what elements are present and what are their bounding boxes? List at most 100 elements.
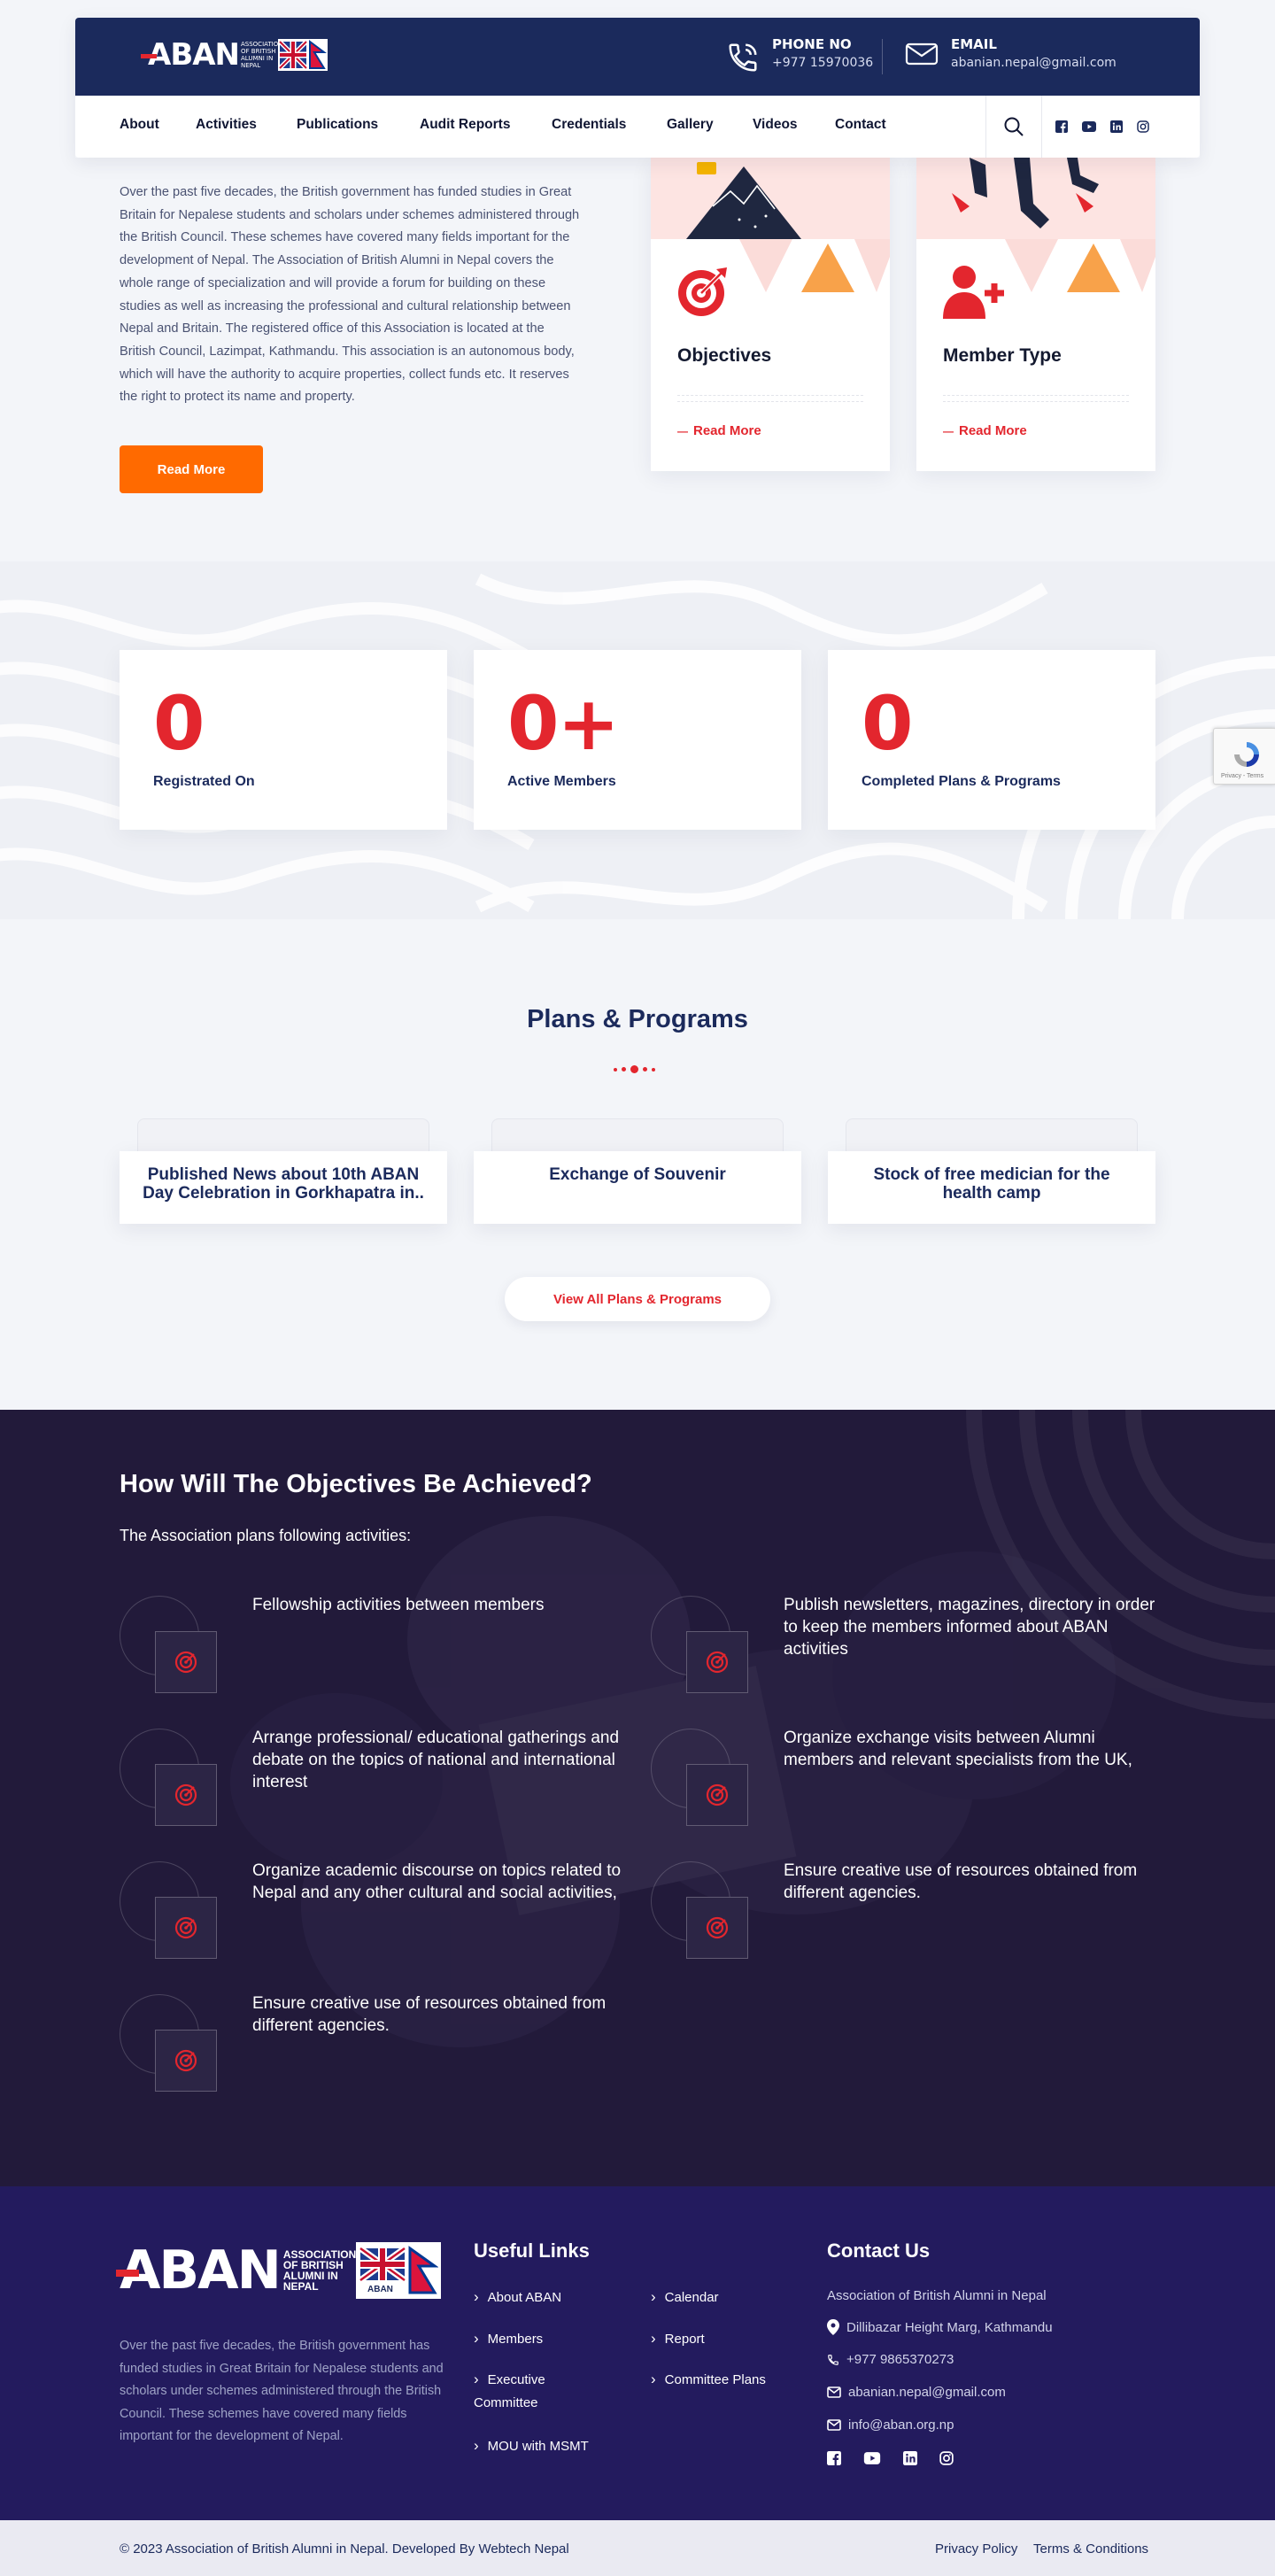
plan-image-placeholder bbox=[846, 1118, 1138, 1154]
objectives-card[interactable]: Objectives Read More bbox=[651, 158, 890, 471]
main-nav: About Activities Publications Audit Repo… bbox=[75, 96, 1200, 158]
member-type-read-more-link[interactable]: Read More bbox=[943, 423, 1027, 438]
card-separator bbox=[943, 395, 1129, 402]
card-separator bbox=[677, 395, 863, 402]
footer-link-report[interactable]: Report bbox=[651, 2327, 705, 2351]
objectives-card-title: Objectives bbox=[677, 345, 772, 366]
site-logo[interactable]: ABAN ASSOCIATION OF BRITISH ALUMNI IN NE… bbox=[141, 37, 328, 73]
mail-icon bbox=[827, 2419, 841, 2431]
footer-org-name: Association of British Alumni in Nepal bbox=[827, 2288, 1047, 2303]
recaptcha-badge[interactable]: Privacy - Terms bbox=[1213, 728, 1275, 785]
footer-address-text: Dillibazar Height Marg, Kathmandu bbox=[846, 2319, 1053, 2335]
nav-videos[interactable]: Videos bbox=[753, 117, 798, 133]
footer-link-committee-plans[interactable]: Committee Plans bbox=[651, 2368, 766, 2392]
member-type-illustration bbox=[916, 158, 1155, 239]
youtube-icon[interactable] bbox=[863, 2451, 881, 2465]
footer-link-mou[interactable]: MOU with MSMT bbox=[474, 2434, 589, 2458]
objective-item: Publish newsletters, magazines, director… bbox=[651, 1596, 1155, 1702]
youtube-icon[interactable] bbox=[1082, 120, 1096, 133]
nav-about[interactable]: About bbox=[120, 117, 159, 133]
objectives-read-more-link[interactable]: Read More bbox=[677, 423, 761, 438]
objective-item: Fellowship activities between members bbox=[120, 1596, 615, 1702]
about-text: Over the past five decades, the British … bbox=[120, 185, 580, 405]
phone-icon bbox=[828, 2354, 838, 2365]
privacy-policy-link[interactable]: Privacy Policy bbox=[935, 2541, 1017, 2557]
instagram-icon[interactable] bbox=[939, 2451, 954, 2465]
target-icon bbox=[686, 1764, 748, 1826]
stat-label: Completed Plans & Programs bbox=[862, 774, 1061, 789]
mail-icon bbox=[905, 43, 939, 66]
footer-phone-text: +977 9865370273 bbox=[846, 2352, 954, 2367]
footer-email-2-text: info@aban.org.np bbox=[848, 2417, 954, 2433]
logo-wordmark: ABAN bbox=[141, 37, 240, 73]
target-icon bbox=[155, 1631, 217, 1693]
search-button[interactable] bbox=[985, 96, 1042, 158]
target-icon bbox=[686, 1631, 748, 1693]
logo-subtitle: ASSOCIATION OF BRITISH ALUMNI IN NEPAL bbox=[241, 41, 283, 69]
footer-link-members[interactable]: Members bbox=[474, 2327, 544, 2351]
stat-card-active-members: 0+ Active Members bbox=[474, 650, 801, 830]
recaptcha-icon bbox=[1234, 742, 1259, 767]
footer-email-2[interactable]: info@aban.org.np bbox=[827, 2417, 954, 2433]
nav-contact[interactable]: Contact bbox=[835, 117, 886, 133]
terms-conditions-link[interactable]: Terms & Conditions bbox=[1033, 2541, 1148, 2557]
add-user-icon bbox=[943, 266, 1004, 319]
header-phone[interactable]: PHONE NO +977 15970036 bbox=[726, 35, 873, 74]
search-icon bbox=[1004, 117, 1024, 136]
footer-link-executive-committee[interactable]: Executive Committee bbox=[474, 2368, 580, 2415]
plans-section-title: Plans & Programs bbox=[527, 1005, 748, 1033]
email-label: EMAIL bbox=[951, 36, 997, 52]
objective-text: Ensure creative use of resources obtaine… bbox=[252, 1994, 607, 2035]
site-footer: ABAN ASSOCIATION OF BRITISH ALUMNI IN NE… bbox=[0, 2186, 1275, 2520]
nav-activities[interactable]: Activities bbox=[196, 117, 257, 133]
objective-item: Organize exchange visits between Alumni … bbox=[651, 1729, 1147, 1835]
nav-credentials[interactable]: Credentials bbox=[552, 117, 626, 133]
stats-section: 0 Registrated On 0+ Active Members 0 Com… bbox=[0, 561, 1275, 919]
plan-card-medicine[interactable]: Stock of free medician for the health ca… bbox=[828, 1151, 1155, 1224]
useful-links-title: Useful Links bbox=[474, 2239, 590, 2262]
svg-text:ABAN: ABAN bbox=[367, 2285, 393, 2294]
nav-publications[interactable]: Publications bbox=[297, 117, 378, 133]
contact-us-title: Contact Us bbox=[827, 2239, 931, 2262]
member-type-card[interactable]: Member Type Read More bbox=[916, 158, 1155, 471]
facebook-icon[interactable] bbox=[827, 2451, 841, 2465]
footer-phone[interactable]: +977 9865370273 bbox=[827, 2352, 954, 2367]
objective-text: Fellowship activities between members bbox=[252, 1596, 545, 1614]
instagram-icon[interactable] bbox=[1137, 120, 1149, 133]
footer-email-1[interactable]: abanian.nepal@gmail.com bbox=[827, 2385, 1006, 2400]
facebook-icon[interactable] bbox=[1055, 120, 1068, 133]
objective-item: Organize academic discourse on topics re… bbox=[120, 1861, 621, 1968]
site-header: ABAN ASSOCIATION OF BRITISH ALUMNI IN NE… bbox=[75, 18, 1200, 158]
stat-value: 0 bbox=[153, 680, 205, 767]
about-read-more-button[interactable]: Read More bbox=[120, 445, 263, 493]
member-type-card-title: Member Type bbox=[943, 345, 1062, 366]
nav-gallery[interactable]: Gallery bbox=[667, 117, 714, 133]
footer-logo[interactable]: ABAN ASSOCIATION OF BRITISH ALUMNI IN NE… bbox=[116, 2241, 441, 2300]
plan-card-news[interactable]: Published News about 10th ABAN Day Celeb… bbox=[120, 1151, 447, 1224]
email-value: abanian.nepal@gmail.com bbox=[951, 56, 1117, 70]
view-all-plans-button[interactable]: View All Plans & Programs bbox=[505, 1277, 770, 1321]
linkedin-icon[interactable] bbox=[1110, 120, 1123, 133]
linkedin-icon[interactable] bbox=[903, 2451, 917, 2465]
footer-link-calendar[interactable]: Calendar bbox=[651, 2286, 719, 2309]
objectives-section: How Will The Objectives Be Achieved? The… bbox=[0, 1410, 1275, 2186]
phone-icon bbox=[729, 43, 757, 72]
nav-audit-reports[interactable]: Audit Reports bbox=[420, 117, 510, 133]
stat-label: Registrated On bbox=[153, 774, 255, 789]
objective-item: Ensure creative use of resources obtaine… bbox=[651, 1861, 1147, 1968]
location-icon bbox=[827, 2319, 839, 2335]
stat-value: 0 bbox=[862, 680, 913, 767]
objective-item: Arrange professional/ educational gather… bbox=[120, 1729, 619, 1835]
header-email[interactable]: EMAIL abanian.nepal@gmail.com bbox=[905, 35, 1117, 73]
header-topbar: ABAN ASSOCIATION OF BRITISH ALUMNI IN NE… bbox=[75, 18, 1200, 96]
target-icon bbox=[155, 1764, 217, 1826]
footer-about-text: Over the past five decades, the British … bbox=[120, 2339, 444, 2443]
target-icon bbox=[155, 1897, 217, 1959]
stat-value: 0+ bbox=[507, 680, 620, 767]
footer-link-about[interactable]: About ABAN bbox=[474, 2286, 561, 2309]
objective-text: Organize exchange visits between Alumni … bbox=[784, 1729, 1132, 1769]
plan-card-souvenir[interactable]: Exchange of Souvenir bbox=[474, 1151, 801, 1224]
objective-text: Organize academic discourse on topics re… bbox=[252, 1861, 622, 1902]
target-icon bbox=[686, 1897, 748, 1959]
logo-flags-icon bbox=[278, 39, 328, 71]
